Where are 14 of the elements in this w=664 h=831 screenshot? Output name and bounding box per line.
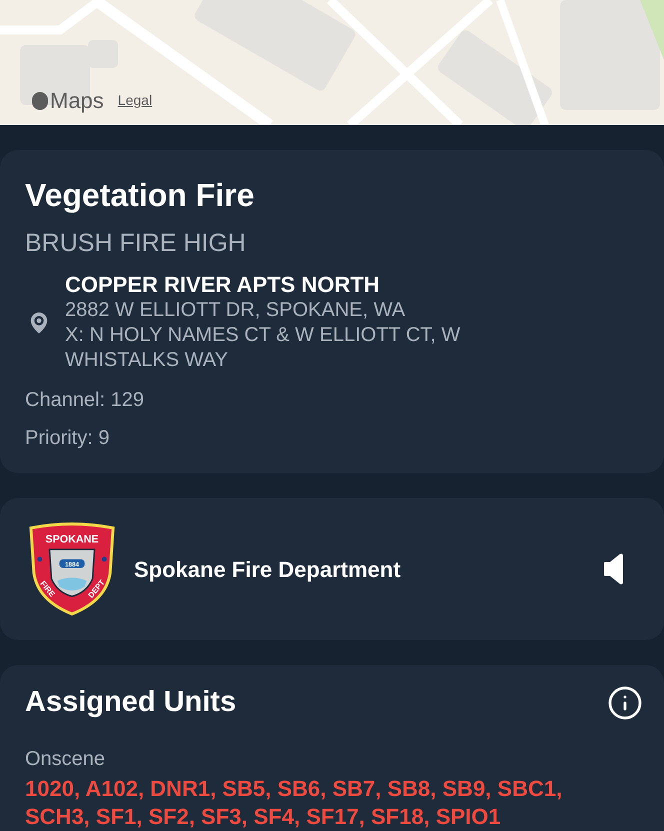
incident-title: Vegetation Fire <box>25 176 256 214</box>
maps-logo: Maps <box>32 84 104 117</box>
location-name: COPPER RIVER APTS NORTH <box>65 272 381 298</box>
unit-list: 1020, A102, DNR1, SB5, SB6, SB7, SB8, SB9, SBC1, SCH3, SF1, SF2, SF3, SF4, SF17, SF18, SPIO1 <box>25 774 625 830</box>
cross-streets: X: N HOLY NAMES CT & W ELLIOTT CT, W WHISTALKS WAY <box>65 323 462 373</box>
assigned-units-title: Assigned Units <box>25 685 236 720</box>
legal-link[interactable]: Legal <box>118 90 152 111</box>
info-icon[interactable] <box>607 684 643 721</box>
agency-name: Spokane Fire Department <box>134 556 402 584</box>
incident-type: BRUSH FIRE HIGH <box>25 228 247 258</box>
channel-label: Channel: 129 <box>25 388 145 413</box>
priority-label: Priority: 9 <box>25 426 110 451</box>
unit-status-label: Onscene <box>25 746 106 770</box>
address: 2882 W ELLIOTT DR, SPOKANE, WA <box>65 298 406 323</box>
